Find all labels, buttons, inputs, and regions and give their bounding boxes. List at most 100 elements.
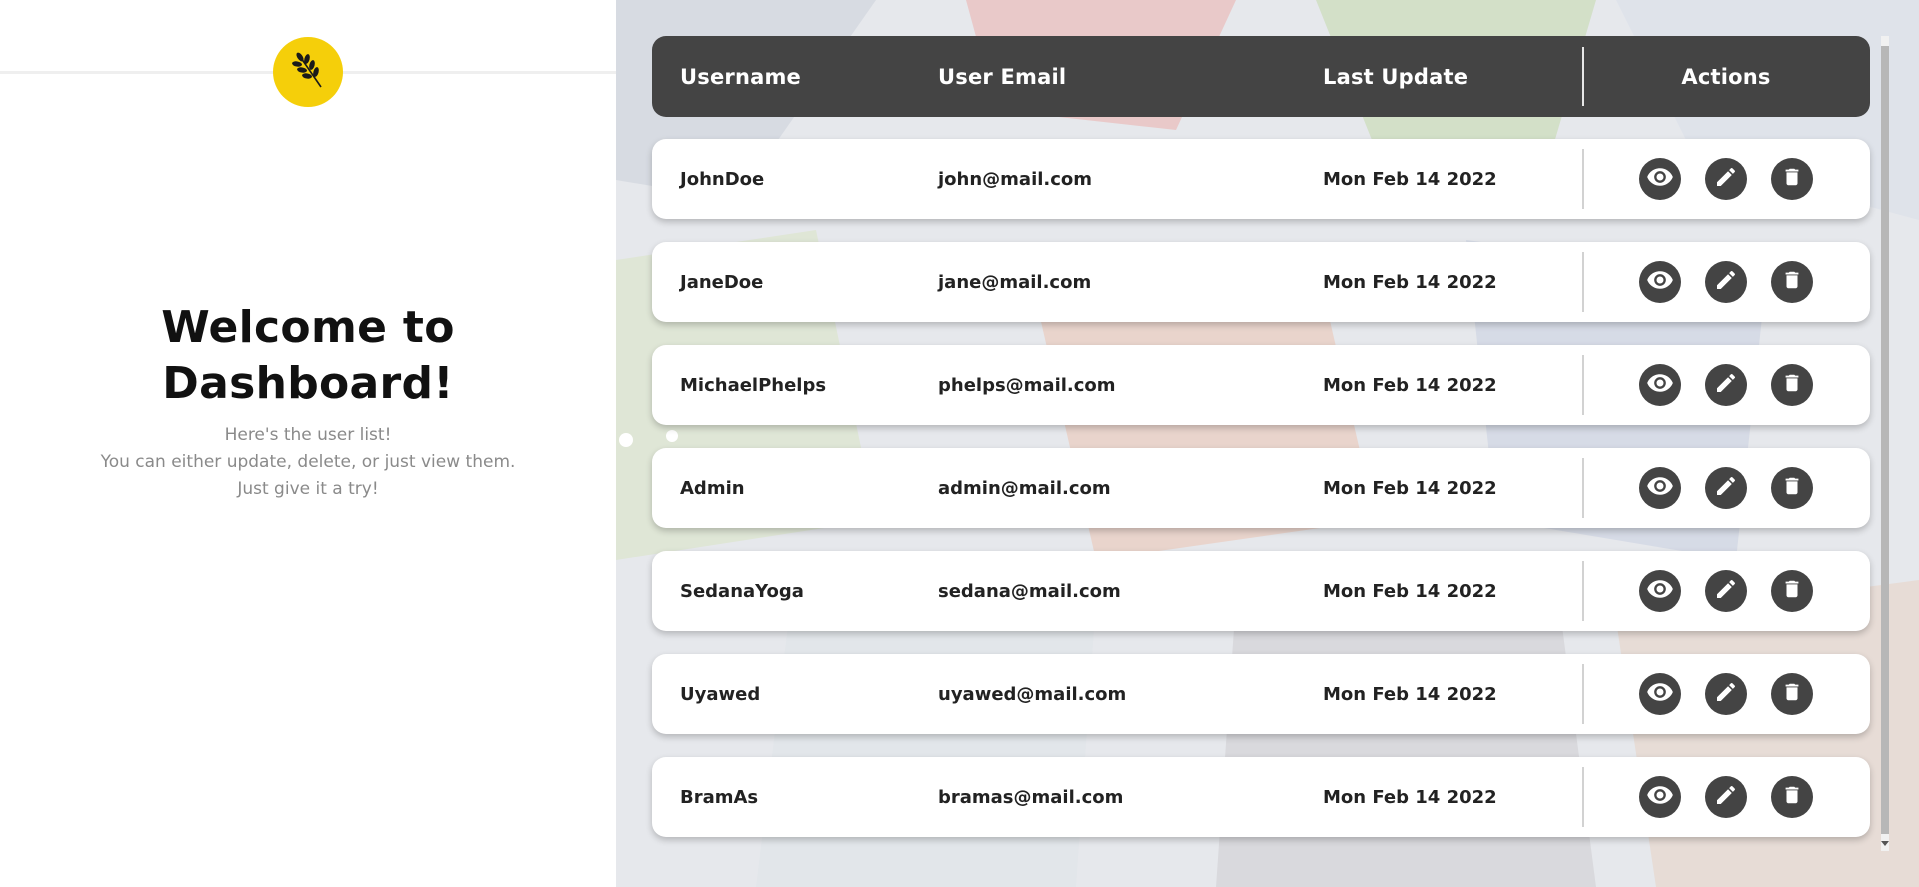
cell-email: phelps@mail.com bbox=[938, 345, 1116, 425]
table-row: Admin admin@mail.com Mon Feb 14 2022 bbox=[652, 448, 1870, 528]
email-text: bramas@mail.com bbox=[938, 786, 1124, 808]
table-row: BramAs bramas@mail.com Mon Feb 14 2022 bbox=[652, 757, 1870, 837]
cell-email: sedana@mail.com bbox=[938, 551, 1121, 631]
cell-username: JaneDoe bbox=[680, 242, 763, 322]
welcome-subtitle: Here's the user list! You can either upd… bbox=[0, 422, 616, 503]
delete-button[interactable] bbox=[1771, 776, 1813, 818]
row-actions bbox=[1582, 654, 1870, 734]
pencil-icon bbox=[1714, 474, 1738, 502]
cell-last-update: Mon Feb 14 2022 bbox=[1323, 139, 1497, 219]
edit-button[interactable] bbox=[1705, 673, 1747, 715]
last-update-text: Mon Feb 14 2022 bbox=[1323, 580, 1497, 602]
last-update-text: Mon Feb 14 2022 bbox=[1323, 168, 1497, 190]
row-actions bbox=[1582, 448, 1870, 528]
email-text: jane@mail.com bbox=[938, 271, 1092, 293]
cell-username: MichaelPhelps bbox=[680, 345, 826, 425]
delete-button[interactable] bbox=[1771, 570, 1813, 612]
row-actions bbox=[1582, 139, 1870, 219]
welcome-title-line1: Welcome to bbox=[161, 302, 455, 353]
table-row: JaneDoe jane@mail.com Mon Feb 14 2022 bbox=[652, 242, 1870, 322]
last-update-text: Mon Feb 14 2022 bbox=[1323, 683, 1497, 705]
trash-icon bbox=[1781, 166, 1803, 192]
edit-button[interactable] bbox=[1705, 776, 1747, 818]
delete-button[interactable] bbox=[1771, 261, 1813, 303]
email-text: john@mail.com bbox=[938, 168, 1093, 190]
view-button[interactable] bbox=[1639, 570, 1681, 612]
cell-email: john@mail.com bbox=[938, 139, 1092, 219]
view-button[interactable] bbox=[1639, 673, 1681, 715]
edit-button[interactable] bbox=[1705, 467, 1747, 509]
eye-icon bbox=[1646, 781, 1674, 813]
cell-last-update: Mon Feb 14 2022 bbox=[1323, 448, 1497, 528]
scrollbar[interactable] bbox=[1878, 36, 1892, 851]
cell-email: jane@mail.com bbox=[938, 242, 1091, 322]
pencil-icon bbox=[1714, 680, 1738, 708]
cell-username: BramAs bbox=[680, 757, 758, 837]
welcome-title: Welcome to Dashboard! bbox=[0, 300, 616, 412]
column-header-label: Actions bbox=[1681, 64, 1771, 89]
last-update-text: Mon Feb 14 2022 bbox=[1323, 477, 1497, 499]
cell-email: uyawed@mail.com bbox=[938, 654, 1126, 734]
view-button[interactable] bbox=[1639, 776, 1681, 818]
username-text: Uyawed bbox=[680, 683, 761, 705]
row-actions bbox=[1582, 242, 1870, 322]
scrollbar-thumb[interactable] bbox=[1881, 46, 1889, 834]
eye-icon bbox=[1646, 575, 1674, 607]
table-row: JohnDoe john@mail.com Mon Feb 14 2022 bbox=[652, 139, 1870, 219]
scroll-down-arrow-icon[interactable] bbox=[1881, 841, 1889, 846]
delete-button[interactable] bbox=[1771, 467, 1813, 509]
column-header-label: User Email bbox=[938, 64, 1067, 89]
delete-button[interactable] bbox=[1771, 673, 1813, 715]
trash-icon bbox=[1781, 475, 1803, 501]
trash-icon bbox=[1781, 784, 1803, 810]
cell-last-update: Mon Feb 14 2022 bbox=[1323, 551, 1497, 631]
cell-username: Admin bbox=[680, 448, 745, 528]
edit-button[interactable] bbox=[1705, 261, 1747, 303]
eye-icon bbox=[1646, 678, 1674, 710]
delete-button[interactable] bbox=[1771, 364, 1813, 406]
row-actions bbox=[1582, 757, 1870, 837]
view-button[interactable] bbox=[1639, 158, 1681, 200]
trash-icon bbox=[1781, 681, 1803, 707]
column-header-label: Last Update bbox=[1323, 64, 1469, 89]
cell-last-update: Mon Feb 14 2022 bbox=[1323, 345, 1497, 425]
cell-email: admin@mail.com bbox=[938, 448, 1111, 528]
edit-button[interactable] bbox=[1705, 158, 1747, 200]
edit-button[interactable] bbox=[1705, 570, 1747, 612]
cell-username: JohnDoe bbox=[680, 139, 764, 219]
email-text: uyawed@mail.com bbox=[938, 683, 1127, 705]
username-text: JohnDoe bbox=[680, 168, 765, 190]
cell-username: SedanaYoga bbox=[680, 551, 804, 631]
view-button[interactable] bbox=[1639, 261, 1681, 303]
logo[interactable] bbox=[273, 37, 343, 107]
welcome-panel: Welcome to Dashboard! Here's the user li… bbox=[0, 0, 616, 887]
table-row: Uyawed uyawed@mail.com Mon Feb 14 2022 bbox=[652, 654, 1870, 734]
cell-email: bramas@mail.com bbox=[938, 757, 1123, 837]
column-username: Username bbox=[680, 36, 801, 117]
view-button[interactable] bbox=[1639, 467, 1681, 509]
user-list-panel: Username User Email Last Update Actions … bbox=[616, 0, 1919, 887]
user-table: Username User Email Last Update Actions … bbox=[652, 36, 1906, 851]
subtitle-line: Just give it a try! bbox=[237, 479, 379, 499]
username-text: BramAs bbox=[680, 786, 759, 808]
eye-icon bbox=[1646, 369, 1674, 401]
table-header: Username User Email Last Update Actions bbox=[652, 36, 1870, 117]
row-actions bbox=[1582, 345, 1870, 425]
view-button[interactable] bbox=[1639, 364, 1681, 406]
email-text: phelps@mail.com bbox=[938, 374, 1116, 396]
column-actions: Actions bbox=[1582, 36, 1870, 117]
edit-button[interactable] bbox=[1705, 364, 1747, 406]
username-text: MichaelPhelps bbox=[680, 374, 827, 396]
subtitle-line: Here's the user list! bbox=[224, 425, 392, 445]
pencil-icon bbox=[1714, 577, 1738, 605]
username-text: JaneDoe bbox=[680, 271, 764, 293]
trash-icon bbox=[1781, 578, 1803, 604]
cell-last-update: Mon Feb 14 2022 bbox=[1323, 654, 1497, 734]
delete-button[interactable] bbox=[1771, 158, 1813, 200]
table-row: SedanaYoga sedana@mail.com Mon Feb 14 20… bbox=[652, 551, 1870, 631]
subtitle-line: You can either update, delete, or just v… bbox=[100, 452, 516, 472]
username-text: SedanaYoga bbox=[680, 580, 804, 602]
username-text: Admin bbox=[680, 477, 745, 499]
wheat-icon bbox=[285, 47, 331, 97]
pencil-icon bbox=[1714, 783, 1738, 811]
